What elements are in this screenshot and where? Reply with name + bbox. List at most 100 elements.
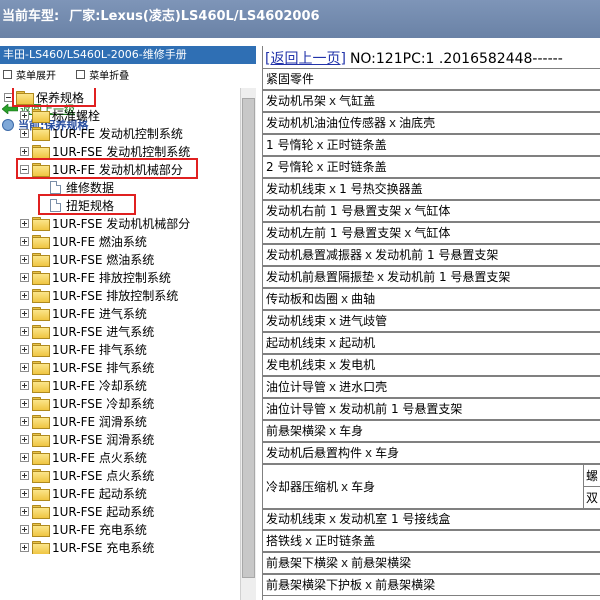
table-row: 发动机后悬置构件 x 车身 (263, 442, 600, 464)
expand-plus-icon[interactable] (20, 416, 29, 426)
tree-item[interactable]: 1UR-FSE 点火系统 (20, 466, 154, 484)
expand-plus-icon[interactable] (20, 308, 29, 318)
part-name: 发动机前 1 号悬置支架 (387, 270, 511, 284)
tree-item-label: 1UR-FSE 冷却系统 (52, 396, 155, 411)
tree-item[interactable]: 1UR-FSE 充电系统 (20, 538, 154, 554)
tree-item[interactable]: 1UR-FE 点火系统 (20, 448, 147, 466)
table-row: 发动机机油油位传感器 x 油底壳 (263, 112, 600, 134)
expand-plus-icon[interactable] (20, 236, 29, 246)
tree-item[interactable]: 1UR-FE 进气系统 (20, 304, 147, 322)
tree-item[interactable]: 1UR-FE 排放控制系统 (20, 268, 171, 286)
tree-item[interactable]: 标准螺栓 (20, 106, 100, 124)
tree-item[interactable]: 1UR-FSE 排气系统 (20, 358, 154, 376)
expand-plus-icon[interactable] (20, 380, 29, 390)
document-icon (50, 180, 61, 194)
expand-menu-button[interactable]: 菜单展开 (3, 67, 56, 82)
expand-plus-icon[interactable] (20, 488, 29, 498)
tree-item[interactable]: 1UR-FE 充电系统 (20, 520, 147, 538)
tree-item-label: 1UR-FSE 燃油系统 (52, 252, 155, 267)
table-row: 紧固零件 (263, 68, 600, 90)
part-name: 正时链条盖 (315, 534, 376, 548)
table-row: 前悬架横梁下护板 x 前悬架横梁 (263, 574, 600, 596)
content-panel: [返回上一页] NO:121PC:1 .2016582448------ 紧固零件… (262, 46, 600, 600)
expand-plus-icon[interactable] (20, 398, 29, 408)
separator: x (329, 336, 337, 350)
part-name: 气缸体 (414, 226, 451, 240)
expand-plus-icon[interactable] (20, 506, 29, 516)
separator: x (329, 512, 337, 526)
expand-plus-icon[interactable] (20, 272, 29, 282)
tree-item-label: 标准螺栓 (52, 108, 101, 123)
tree-item-label: 1UR-FSE 发动机机械部分 (52, 216, 191, 231)
separator: x (341, 556, 349, 570)
part-name: 前悬架横梁 (266, 424, 327, 438)
separator: x (316, 160, 324, 174)
separator: x (365, 248, 373, 262)
expand-plus-icon[interactable] (20, 524, 29, 534)
collapse-icon (76, 70, 86, 79)
expand-plus-icon[interactable] (20, 542, 29, 552)
sidebar-scrollbar[interactable] (240, 88, 256, 600)
back-page-label[interactable]: 返回上一页 (270, 51, 340, 67)
expand-plus-icon[interactable] (20, 452, 29, 462)
tree-item[interactable]: 1UR-FE 燃油系统 (20, 232, 147, 250)
tree-item[interactable]: 1UR-FE 排气系统 (20, 340, 147, 358)
tree-item-label: 1UR-FE 排放控制系统 (52, 270, 171, 285)
part-name: 气缸体 (414, 204, 451, 218)
expand-plus-icon[interactable] (20, 326, 29, 336)
sub-cells: 螺双 (583, 465, 600, 509)
expand-plus-icon[interactable] (20, 218, 29, 228)
tree-item-label: 1UR-FSE 润滑系统 (52, 432, 155, 447)
part-name: 进水口壳 (339, 380, 388, 394)
part-name: 发动机右前 1 号悬置支架 (266, 204, 402, 218)
folder-icon (32, 289, 50, 303)
tree-item[interactable]: 1UR-FE 起动系统 (20, 484, 147, 502)
tree-item[interactable]: 1UR-FSE 冷却系统 (20, 394, 154, 412)
folder-icon (32, 307, 50, 321)
collapse-menu-label: 菜单折叠 (89, 71, 130, 82)
tree-item[interactable]: 1UR-FSE 燃油系统 (20, 250, 154, 268)
expand-plus-icon[interactable] (20, 434, 29, 444)
tree-item[interactable]: 1UR-FSE 润滑系统 (20, 430, 154, 448)
expand-plus-icon[interactable] (20, 362, 29, 372)
tree-item[interactable]: 1UR-FSE 起动系统 (20, 502, 154, 520)
top-bar: 当前车型: 厂家:Lexus(凌志)LS460L/LS4602006 (0, 0, 600, 38)
tree-item-label: 1UR-FE 冷却系统 (52, 378, 147, 393)
tree-item[interactable]: 1UR-FE 发动机控制系统 (20, 124, 183, 142)
tree-item[interactable]: 1UR-FSE 发动机机械部分 (20, 214, 190, 232)
separator: x (329, 358, 337, 372)
expand-plus-icon[interactable] (20, 344, 29, 354)
collapse-menu-button[interactable]: 菜单折叠 (76, 67, 129, 82)
separator: x (365, 446, 373, 460)
part-name: 发动机后悬置构件 (266, 446, 363, 460)
tree-item-label: 1UR-FSE 进气系统 (52, 324, 155, 339)
tree-item-label: 1UR-FE 充电系统 (52, 522, 147, 537)
expand-plus-icon[interactable] (20, 146, 29, 156)
part-name: 2 号惰轮 (266, 160, 314, 174)
part-name: 发动机吊架 (266, 94, 327, 108)
part-name: 紧固零件 (266, 72, 315, 86)
tree-item[interactable]: 1UR-FE 润滑系统 (20, 412, 147, 430)
expand-plus-icon[interactable] (20, 254, 29, 264)
expand-plus-icon[interactable] (20, 290, 29, 300)
part-name: 发动机前 1 号悬置支架 (339, 402, 463, 416)
tree-item[interactable]: 1UR-FSE 进气系统 (20, 322, 154, 340)
expand-plus-icon[interactable] (20, 110, 29, 120)
selection-highlight (16, 158, 198, 179)
tree-item-label: 1UR-FE 发动机控制系统 (52, 126, 183, 141)
tree-item-label: 维修数据 (66, 180, 115, 195)
tree-item[interactable]: 1UR-FSE 排放控制系统 (20, 286, 178, 304)
sidebar-scroll-thumb[interactable] (242, 98, 255, 578)
part-name: 前悬架横梁下护板 (266, 578, 363, 592)
table-row: 搭铁线 x 正时链条盖 (263, 530, 600, 552)
expand-plus-icon[interactable] (20, 470, 29, 480)
part-name: 油底壳 (399, 116, 436, 130)
current-model-label: 当前车型: (2, 9, 60, 24)
table-row: 发动机悬置减振器 x 发动机前 1 号悬置支架 (263, 244, 600, 266)
back-page-link[interactable]: [返回上一页] (265, 51, 346, 67)
tree-item[interactable]: 1UR-FE 冷却系统 (20, 376, 147, 394)
menu-tree: 保养规格 标准螺栓 1UR-FE 发动机控制系统 1UR-FSE 发动机控制系统 1UR… (0, 88, 240, 554)
part-name: 发动机室 1 号接线盒 (339, 512, 451, 526)
expand-menu-label: 菜单展开 (16, 71, 56, 82)
expand-plus-icon[interactable] (20, 128, 29, 138)
